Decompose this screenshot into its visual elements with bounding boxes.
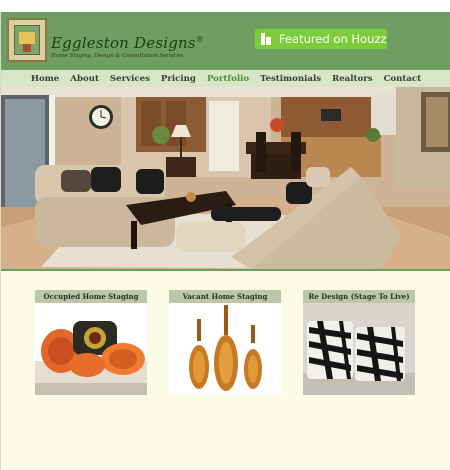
main-nav: Home About Services Pricing Portfolio Te… [1, 70, 450, 87]
nav-home[interactable]: Home [31, 74, 59, 84]
brand-name[interactable]: Eggleston Designs® [51, 34, 204, 52]
nav-portfolio[interactable]: Portfolio [207, 74, 249, 84]
nav-testimonials[interactable]: Testimonials [260, 74, 321, 84]
hero-living-room-photo [1, 87, 450, 269]
nav-about[interactable]: About [70, 74, 99, 84]
card-title[interactable]: Occupied Home Staging [35, 290, 147, 303]
vases-photo-icon[interactable] [169, 303, 281, 395]
houzz-badge-label: Featured on Houzz [279, 32, 387, 46]
living-room-photo-icon [1, 87, 450, 269]
logo[interactable] [7, 18, 47, 62]
hero-divider [1, 269, 450, 271]
nav-services[interactable]: Services [110, 74, 150, 84]
card-title[interactable]: Vacant Home Staging [169, 290, 281, 303]
card-occupied-home-staging[interactable]: Occupied Home Staging [35, 290, 147, 395]
logo-art-icon [14, 25, 40, 55]
card-vacant-home-staging[interactable]: Vacant Home Staging [169, 290, 281, 395]
nav-realtors[interactable]: Realtors [332, 74, 373, 84]
site-container: Eggleston Designs® Home Staging, Design … [0, 12, 450, 470]
pillows-photo-icon[interactable] [35, 303, 147, 395]
site-header: Eggleston Designs® Home Staging, Design … [1, 12, 450, 70]
nav-contact[interactable]: Contact [384, 74, 422, 84]
nav-pricing[interactable]: Pricing [161, 74, 196, 84]
houzz-logo-icon [259, 32, 273, 46]
card-title[interactable]: Re Design (Stage To Live) [303, 290, 415, 303]
card-re-design[interactable]: Re Design (Stage To Live) [303, 290, 415, 395]
zebra-ottomans-photo-icon[interactable] [303, 303, 415, 395]
houzz-badge-button[interactable]: Featured on Houzz [255, 29, 387, 49]
tagline: Home Staging, Design & Consultation Serv… [51, 53, 184, 59]
registered-mark: ® [195, 35, 204, 44]
